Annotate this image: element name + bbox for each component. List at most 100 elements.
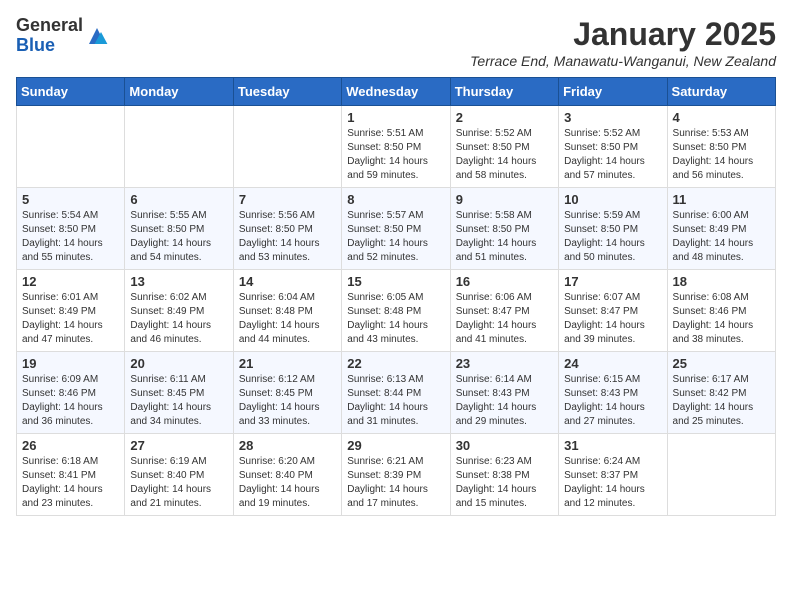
calendar-cell: 25Sunrise: 6:17 AM Sunset: 8:42 PM Dayli… [667, 352, 775, 434]
day-info: Sunrise: 6:05 AM Sunset: 8:48 PM Dayligh… [347, 291, 444, 347]
day-number: 20 [130, 356, 227, 371]
calendar-week-row: 1 Sunrise: 5:51 AM Sunset: 8:50 PM Daylig… [17, 106, 776, 188]
day-number: 24 [564, 356, 661, 371]
weekday-header-thursday: Thursday [450, 78, 558, 106]
day-info: Sunrise: 6:18 AM Sunset: 8:41 PM Dayligh… [22, 455, 119, 511]
calendar-cell: 8Sunrise: 5:57 AM Sunset: 8:50 PM Daylig… [342, 188, 450, 270]
day-info: Sunrise: 5:53 AM Sunset: 8:50 PM Dayligh… [673, 127, 770, 183]
day-info: Sunrise: 5:55 AM Sunset: 8:50 PM Dayligh… [130, 209, 227, 265]
calendar-cell: 20 Sunrise: 6:11 AM Sunset: 8:45 PM Dayli… [125, 352, 233, 434]
calendar-cell [17, 106, 125, 188]
calendar-week-row: 12 Sunrise: 6:01 AM Sunset: 8:49 PM Dayli… [17, 270, 776, 352]
weekday-header-wednesday: Wednesday [342, 78, 450, 106]
calendar-cell [667, 434, 775, 516]
day-info: Sunrise: 6:02 AM Sunset: 8:49 PM Dayligh… [130, 291, 227, 347]
day-info: Sunrise: 6:24 AM Sunset: 8:37 PM Dayligh… [564, 455, 661, 511]
day-number: 14 [239, 274, 336, 289]
day-info: Sunrise: 6:01 AM Sunset: 8:49 PM Dayligh… [22, 291, 119, 347]
day-number: 1 [347, 110, 444, 125]
day-number: 11 [673, 192, 770, 207]
day-number: 15 [347, 274, 444, 289]
day-number: 31 [564, 438, 661, 453]
calendar-cell: 1 Sunrise: 5:51 AM Sunset: 8:50 PM Daylig… [342, 106, 450, 188]
calendar-cell: 29Sunrise: 6:21 AM Sunset: 8:39 PM Dayli… [342, 434, 450, 516]
location-subtitle: Terrace End, Manawatu-Wanganui, New Zeal… [470, 53, 776, 69]
calendar-cell: 27 Sunrise: 6:19 AM Sunset: 8:40 PM Dayli… [125, 434, 233, 516]
day-info: Sunrise: 5:51 AM Sunset: 8:50 PM Dayligh… [347, 127, 444, 183]
day-info: Sunrise: 6:12 AM Sunset: 8:45 PM Dayligh… [239, 373, 336, 429]
calendar-cell: 9 Sunrise: 5:58 AM Sunset: 8:50 PM Daylig… [450, 188, 558, 270]
calendar-cell: 28Sunrise: 6:20 AM Sunset: 8:40 PM Dayli… [233, 434, 341, 516]
day-number: 22 [347, 356, 444, 371]
day-info: Sunrise: 6:15 AM Sunset: 8:43 PM Dayligh… [564, 373, 661, 429]
calendar-cell: 3 Sunrise: 5:52 AM Sunset: 8:50 PM Daylig… [559, 106, 667, 188]
page-header: General Blue January 2025 Terrace End, M… [16, 16, 776, 69]
calendar-cell: 23 Sunrise: 6:14 AM Sunset: 8:43 PM Dayli… [450, 352, 558, 434]
day-number: 21 [239, 356, 336, 371]
calendar-cell: 18 Sunrise: 6:08 AM Sunset: 8:46 PM Dayli… [667, 270, 775, 352]
logo-blue-text: Blue [16, 36, 83, 56]
day-info: Sunrise: 6:13 AM Sunset: 8:44 PM Dayligh… [347, 373, 444, 429]
weekday-header-friday: Friday [559, 78, 667, 106]
day-number: 12 [22, 274, 119, 289]
day-info: Sunrise: 5:56 AM Sunset: 8:50 PM Dayligh… [239, 209, 336, 265]
day-number: 5 [22, 192, 119, 207]
day-info: Sunrise: 6:23 AM Sunset: 8:38 PM Dayligh… [456, 455, 553, 511]
calendar-week-row: 19Sunrise: 6:09 AM Sunset: 8:46 PM Dayli… [17, 352, 776, 434]
calendar-cell: 4 Sunrise: 5:53 AM Sunset: 8:50 PM Daylig… [667, 106, 775, 188]
day-number: 13 [130, 274, 227, 289]
month-year-title: January 2025 [470, 16, 776, 53]
day-info: Sunrise: 5:54 AM Sunset: 8:50 PM Dayligh… [22, 209, 119, 265]
calendar-cell: 11Sunrise: 6:00 AM Sunset: 8:49 PM Dayli… [667, 188, 775, 270]
day-number: 29 [347, 438, 444, 453]
day-info: Sunrise: 6:07 AM Sunset: 8:47 PM Dayligh… [564, 291, 661, 347]
day-number: 18 [673, 274, 770, 289]
title-section: January 2025 Terrace End, Manawatu-Wanga… [470, 16, 776, 69]
weekday-header-saturday: Saturday [667, 78, 775, 106]
day-info: Sunrise: 6:20 AM Sunset: 8:40 PM Dayligh… [239, 455, 336, 511]
day-info: Sunrise: 6:14 AM Sunset: 8:43 PM Dayligh… [456, 373, 553, 429]
calendar-cell [233, 106, 341, 188]
calendar-cell: 26 Sunrise: 6:18 AM Sunset: 8:41 PM Dayli… [17, 434, 125, 516]
day-number: 23 [456, 356, 553, 371]
day-info: Sunrise: 6:19 AM Sunset: 8:40 PM Dayligh… [130, 455, 227, 511]
calendar-cell: 21 Sunrise: 6:12 AM Sunset: 8:45 PM Dayli… [233, 352, 341, 434]
day-number: 27 [130, 438, 227, 453]
logo: General Blue [16, 16, 109, 56]
calendar-cell: 12 Sunrise: 6:01 AM Sunset: 8:49 PM Dayli… [17, 270, 125, 352]
day-info: Sunrise: 5:58 AM Sunset: 8:50 PM Dayligh… [456, 209, 553, 265]
calendar-cell: 17 Sunrise: 6:07 AM Sunset: 8:47 PM Dayli… [559, 270, 667, 352]
day-info: Sunrise: 5:59 AM Sunset: 8:50 PM Dayligh… [564, 209, 661, 265]
calendar-week-row: 26 Sunrise: 6:18 AM Sunset: 8:41 PM Dayli… [17, 434, 776, 516]
calendar-cell: 16 Sunrise: 6:06 AM Sunset: 8:47 PM Dayli… [450, 270, 558, 352]
calendar-week-row: 5 Sunrise: 5:54 AM Sunset: 8:50 PM Daylig… [17, 188, 776, 270]
logo-general-text: General [16, 16, 83, 36]
day-number: 26 [22, 438, 119, 453]
day-info: Sunrise: 6:06 AM Sunset: 8:47 PM Dayligh… [456, 291, 553, 347]
day-number: 30 [456, 438, 553, 453]
day-number: 9 [456, 192, 553, 207]
day-number: 8 [347, 192, 444, 207]
day-number: 4 [673, 110, 770, 125]
day-info: Sunrise: 6:04 AM Sunset: 8:48 PM Dayligh… [239, 291, 336, 347]
day-number: 2 [456, 110, 553, 125]
day-info: Sunrise: 6:17 AM Sunset: 8:42 PM Dayligh… [673, 373, 770, 429]
day-number: 3 [564, 110, 661, 125]
day-number: 16 [456, 274, 553, 289]
calendar-cell: 13 Sunrise: 6:02 AM Sunset: 8:49 PM Dayli… [125, 270, 233, 352]
day-info: Sunrise: 5:52 AM Sunset: 8:50 PM Dayligh… [564, 127, 661, 183]
day-info: Sunrise: 6:09 AM Sunset: 8:46 PM Dayligh… [22, 373, 119, 429]
weekday-header-monday: Monday [125, 78, 233, 106]
weekday-header-sunday: Sunday [17, 78, 125, 106]
calendar-cell: 30 Sunrise: 6:23 AM Sunset: 8:38 PM Dayli… [450, 434, 558, 516]
day-number: 6 [130, 192, 227, 207]
logo-icon [85, 24, 109, 48]
day-info: Sunrise: 6:08 AM Sunset: 8:46 PM Dayligh… [673, 291, 770, 347]
calendar-cell: 19Sunrise: 6:09 AM Sunset: 8:46 PM Dayli… [17, 352, 125, 434]
day-info: Sunrise: 6:11 AM Sunset: 8:45 PM Dayligh… [130, 373, 227, 429]
day-number: 7 [239, 192, 336, 207]
calendar-cell: 15 Sunrise: 6:05 AM Sunset: 8:48 PM Dayli… [342, 270, 450, 352]
calendar-cell: 2Sunrise: 5:52 AM Sunset: 8:50 PM Daylig… [450, 106, 558, 188]
day-number: 17 [564, 274, 661, 289]
calendar-cell: 7 Sunrise: 5:56 AM Sunset: 8:50 PM Daylig… [233, 188, 341, 270]
